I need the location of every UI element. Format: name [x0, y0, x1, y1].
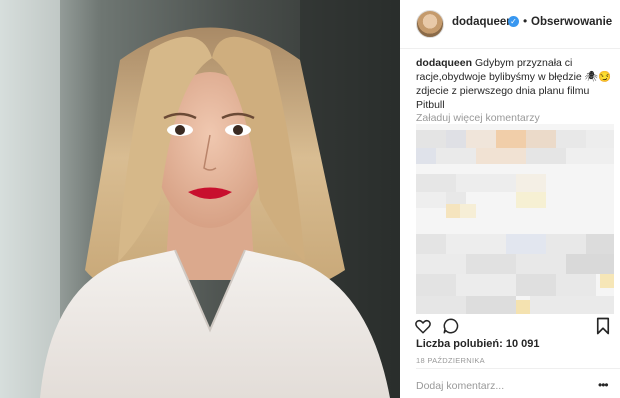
caption-username[interactable]: dodaqueen: [416, 57, 472, 69]
bookmark-icon[interactable]: [595, 317, 611, 335]
post-date[interactable]: 18 PAŹDZIERNIKA: [416, 356, 485, 365]
pixelated-comments: [416, 124, 614, 314]
header-username[interactable]: dodaqueen: [452, 16, 513, 28]
likes-count[interactable]: Liczba polubień: 10 091: [416, 338, 539, 350]
heart-icon[interactable]: [414, 317, 432, 335]
post-photo[interactable]: [0, 0, 400, 398]
action-bar: [400, 314, 620, 338]
divider: [416, 368, 620, 369]
avatar[interactable]: [416, 10, 444, 38]
add-comment-input[interactable]: Dodaj komentarz...: [416, 380, 504, 392]
post-header: dodaqueen ✓ • Obserwowanie: [400, 0, 620, 49]
separator-dot: •: [523, 14, 528, 28]
post-caption: dodaqueen Gdybym przyznała ci racje,obyd…: [416, 56, 612, 112]
load-more-comments-link[interactable]: Załaduj więcej komentarzy: [416, 112, 540, 124]
following-button[interactable]: Obserwowanie: [531, 16, 612, 28]
comment-icon[interactable]: [442, 317, 460, 335]
more-icon[interactable]: •••: [598, 378, 609, 392]
post-panel: dodaqueen ✓ • Obserwowanie dodaqueen Gdy…: [400, 0, 620, 398]
verified-icon: ✓: [508, 16, 519, 27]
